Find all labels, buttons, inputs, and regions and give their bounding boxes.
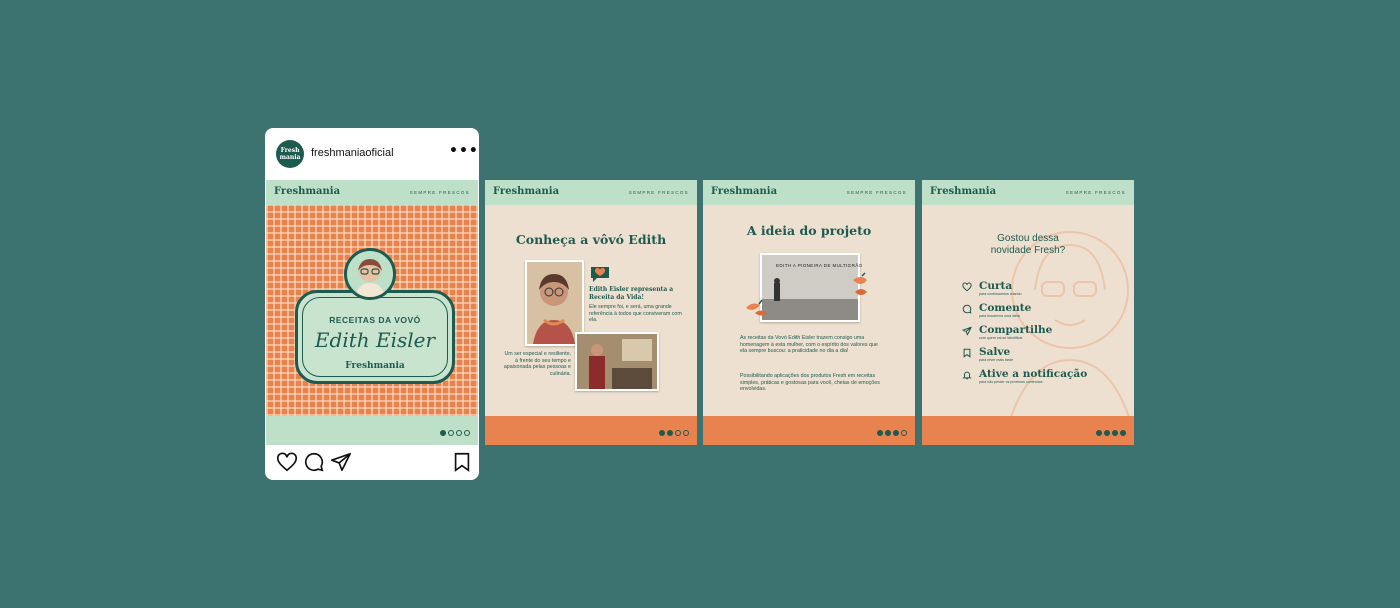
historical-photo: EDITH A PIONEIRA DE MULTIGRÃO bbox=[760, 253, 863, 322]
cta-label: Salve bbox=[979, 346, 1011, 358]
comment-icon[interactable] bbox=[303, 451, 325, 473]
title-plaque: RECEITAS DA VOVÓ Edith Eisler Freshmania bbox=[295, 290, 455, 384]
carousel-dots bbox=[659, 430, 689, 436]
cta-sublabel: com quem vai se identificar bbox=[979, 336, 1023, 340]
account-avatar[interactable]: Fresh mania bbox=[276, 140, 304, 168]
slide-title: Conheça a vôvó Edith bbox=[515, 232, 667, 247]
slide-footer bbox=[266, 416, 478, 445]
plaque-subtitle: RECEITAS DA VOVÓ bbox=[329, 315, 421, 325]
slide-header: Freshmania SEMPRE FRESCOS bbox=[485, 180, 697, 205]
chili-peppers-illustration bbox=[746, 299, 767, 316]
send-icon[interactable] bbox=[330, 451, 352, 473]
avatar-text: Fresh mania bbox=[279, 147, 301, 161]
carousel-slide-2[interactable]: Freshmania SEMPRE FRESCOS Conheça a vôvó… bbox=[485, 180, 697, 445]
grandma-portrait-illustration bbox=[344, 248, 396, 300]
brand-tagline: SEMPRE FRESCOS bbox=[628, 190, 689, 195]
slide-footer bbox=[922, 416, 1134, 445]
carousel-dot[interactable] bbox=[901, 430, 907, 436]
brand-logo: Freshmania bbox=[711, 186, 778, 197]
highlight-text: Edith Eisler representa a Receita da Vid… bbox=[589, 286, 674, 301]
bookmark-icon bbox=[963, 348, 971, 358]
carousel-dot[interactable] bbox=[1096, 430, 1102, 436]
carousel-dot[interactable] bbox=[885, 430, 891, 436]
slide-footer bbox=[703, 416, 915, 445]
carousel-dot[interactable] bbox=[675, 430, 681, 436]
post-header: Fresh mania freshmaniaoficial ••• bbox=[265, 128, 479, 180]
brand-tagline: SEMPRE FRESCOS bbox=[846, 190, 907, 195]
body-text-2: Possibilitando aplicações dos produtos F… bbox=[740, 373, 880, 393]
carousel-dot[interactable] bbox=[448, 430, 454, 436]
brand-tagline: SEMPRE FRESCOS bbox=[409, 190, 470, 195]
comment-icon bbox=[962, 304, 972, 314]
carousel-dot[interactable] bbox=[683, 430, 689, 436]
carousel-dot[interactable] bbox=[667, 430, 673, 436]
heart-icon bbox=[962, 282, 972, 292]
slide-title-line-2: novidade Fresh? bbox=[990, 245, 1066, 256]
cta-sublabel: para continuarmos criando bbox=[979, 292, 1022, 296]
slide-header: Freshmania SEMPRE FRESCOS bbox=[922, 180, 1134, 205]
cta-label: Curta bbox=[979, 280, 1013, 292]
cta-sublabel: para trocarmos uma ideia bbox=[979, 314, 1020, 318]
bell-icon bbox=[962, 371, 972, 380]
cta-label: Ative a notificação bbox=[979, 368, 1088, 380]
chili-peppers-illustration bbox=[853, 272, 867, 295]
brand-logo: Freshmania bbox=[274, 186, 341, 197]
carousel-dot[interactable] bbox=[456, 430, 462, 436]
body-text-1: Ele sempre foi, e será, uma grande refer… bbox=[589, 304, 682, 324]
cta-label: Compartilhe bbox=[979, 324, 1053, 336]
carousel-dot[interactable] bbox=[893, 430, 899, 436]
slide-title-line-1: Gostou dessa bbox=[997, 233, 1059, 244]
carousel-dot[interactable] bbox=[1104, 430, 1110, 436]
carousel-dots bbox=[1096, 430, 1126, 436]
body-text-1: As receitas da Vovó Edith Eisler trazem … bbox=[740, 335, 878, 355]
slide-title: A ideia do projeto bbox=[746, 223, 872, 238]
slide-header: Freshmania SEMPRE FRESCOS bbox=[703, 180, 915, 205]
carousel-dot[interactable] bbox=[464, 430, 470, 436]
cta-sublabel: para não perder os próximos conteúdos bbox=[979, 380, 1043, 384]
carousel-dots bbox=[440, 430, 470, 436]
slide-footer bbox=[485, 416, 697, 445]
brand-logo: Freshmania bbox=[493, 186, 560, 197]
bookmark-icon[interactable] bbox=[451, 451, 473, 473]
carousel-dot[interactable] bbox=[877, 430, 883, 436]
brand-logo: Freshmania bbox=[930, 186, 997, 197]
more-horizontal-icon[interactable]: ••• bbox=[449, 143, 479, 159]
body-text-2: Um ser especial e resiliente, à frente d… bbox=[503, 351, 571, 377]
photo-caption: EDITH A PIONEIRA DE MULTIGRÃO bbox=[776, 263, 863, 268]
carousel-dot[interactable] bbox=[1120, 430, 1126, 436]
carousel-dot[interactable] bbox=[659, 430, 665, 436]
carousel-dots bbox=[877, 430, 907, 436]
plaque-name: Edith Eisler bbox=[314, 328, 436, 352]
carousel-dot[interactable] bbox=[1112, 430, 1118, 436]
carousel-dot[interactable] bbox=[440, 430, 446, 436]
post-actions-bar bbox=[265, 446, 479, 476]
heart-chat-badge bbox=[591, 267, 609, 282]
carousel-slide-1[interactable]: Freshmania SEMPRE FRESCOS RECEITAS DA VO… bbox=[266, 180, 478, 445]
account-username[interactable]: freshmaniaoficial bbox=[311, 147, 394, 159]
plaque-brand: Freshmania bbox=[345, 361, 405, 371]
slide-header: Freshmania SEMPRE FRESCOS bbox=[266, 180, 478, 205]
brand-tagline: SEMPRE FRESCOS bbox=[1065, 190, 1126, 195]
heart-icon[interactable] bbox=[276, 451, 298, 473]
carousel-slide-3[interactable]: Freshmania SEMPRE FRESCOS A ideia do pro… bbox=[703, 180, 915, 445]
kitchen-photo bbox=[575, 332, 659, 391]
send-icon bbox=[962, 326, 972, 336]
cta-label: Comente bbox=[979, 302, 1032, 314]
cta-sublabel: para rever mais tarde bbox=[979, 358, 1014, 362]
carousel-slide-4[interactable]: Freshmania SEMPRE FRESCOS Gostou dessa n… bbox=[922, 180, 1134, 445]
